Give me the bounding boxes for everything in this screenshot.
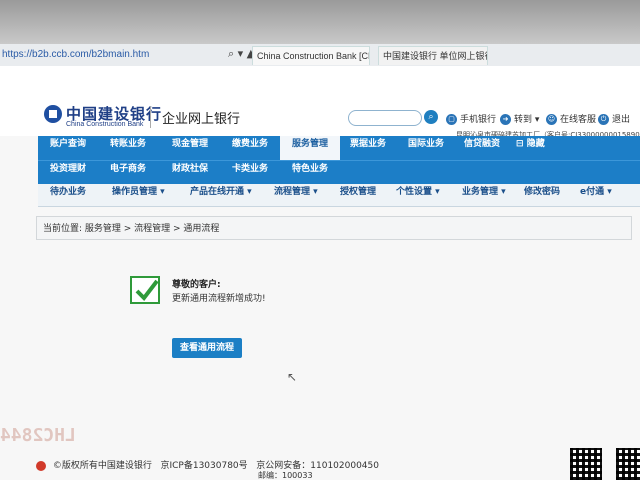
footer: ©版权所有中国建设银行 京ICP备13030780号 京公网安备：1101020… bbox=[36, 458, 640, 480]
logo-divider bbox=[150, 106, 151, 128]
subnav-item[interactable]: 产品在线开通 ▾ bbox=[190, 184, 252, 206]
police-badge-icon bbox=[36, 460, 46, 471]
arrow-icon: ➜ bbox=[500, 114, 511, 125]
qr-code-icon bbox=[616, 448, 640, 480]
monitor-bezel bbox=[0, 0, 640, 44]
tool-online-service[interactable]: ☺ 在线客服 bbox=[546, 112, 596, 125]
main-nav-row2: 投资理财 电子商务 财政社保 卡类业务 特色业务 bbox=[38, 160, 640, 185]
power-icon: ⏻ bbox=[598, 114, 609, 125]
site-subtitle: 企业网上银行 bbox=[162, 112, 241, 127]
nav-item[interactable]: 缴费业务 bbox=[232, 136, 268, 160]
tab-active[interactable]: China Construction Bank [CN] bbox=[252, 46, 370, 65]
tool-label: 转到 bbox=[514, 115, 533, 125]
subnav-item[interactable]: 流程管理 ▾ bbox=[274, 184, 318, 206]
view-general-process-button[interactable]: 查看通用流程 bbox=[172, 338, 242, 358]
subnav-item[interactable]: 个性设置 ▾ bbox=[396, 184, 440, 206]
logo-en: China Construction Bank bbox=[66, 121, 144, 128]
subnav-item-label: e付通 bbox=[580, 187, 605, 197]
footer-postcode: 邮编：100033 bbox=[258, 471, 313, 480]
nav-item[interactable]: 财政社保 bbox=[172, 161, 208, 185]
reflection-stamp: LHC2844 bbox=[0, 425, 76, 446]
mouse-cursor-icon: ↖ bbox=[287, 370, 298, 384]
tool-label: 退出 bbox=[612, 115, 631, 125]
tool-mobile-bank[interactable]: ▢ 手机银行 bbox=[446, 112, 496, 125]
nav-item[interactable]: 信贷融资 bbox=[464, 136, 500, 160]
nav-hide-label: 隐藏 bbox=[526, 139, 545, 149]
tool-label: 手机银行 bbox=[460, 115, 497, 125]
phone-icon: ▢ bbox=[446, 114, 457, 125]
tool-logout[interactable]: ⏻ 退出 bbox=[598, 112, 630, 125]
nav-item[interactable]: 卡类业务 bbox=[232, 161, 268, 185]
footer-copyright: ©版权所有中国建设银行 bbox=[52, 461, 152, 471]
main-nav-row1: 账户查询 转账业务 现金管理 缴费业务 服务管理 票据业务 国际业务 信贷融资 … bbox=[38, 136, 640, 160]
success-check-icon bbox=[130, 276, 160, 304]
nav-item[interactable]: 现金管理 bbox=[172, 136, 208, 160]
nav-item-hide[interactable]: ⊟ 隐藏 bbox=[516, 136, 545, 160]
subnav-item-label: 流程管理 bbox=[274, 187, 311, 197]
tab-other[interactable]: 中国建设银行 单位网上银行× bbox=[378, 46, 488, 65]
tab-active-label: China Construction Bank [CN] bbox=[257, 51, 370, 61]
sub-nav: 待办业务 操作员管理 ▾ 产品在线开通 ▾ 流程管理 ▾ 授权管理 个性设置 ▾… bbox=[38, 184, 640, 207]
subnav-item-label: 产品在线开通 bbox=[190, 187, 245, 197]
subnav-item[interactable]: 业务管理 ▾ bbox=[462, 184, 506, 206]
tool-label: 在线客服 bbox=[560, 115, 597, 125]
breadcrumb: 当前位置: 服务管理 > 流程管理 > 通用流程 bbox=[36, 216, 632, 240]
subnav-item[interactable]: 授权管理 bbox=[340, 184, 376, 206]
tab-other-label: 中国建设银行 单位网上银行 bbox=[383, 51, 488, 61]
url-field[interactable]: https://b2b.ccb.com/b2bmain.htm bbox=[2, 47, 222, 63]
subnav-item[interactable]: 待办业务 bbox=[50, 184, 86, 206]
message-body: 更新通用流程新增成功! bbox=[172, 294, 266, 304]
main-nav: 账户查询 转账业务 现金管理 缴费业务 服务管理 票据业务 国际业务 信贷融资 … bbox=[38, 136, 640, 184]
message-title: 尊敬的客户: bbox=[172, 280, 221, 290]
nav-item[interactable]: 转账业务 bbox=[110, 136, 146, 160]
qr-code-icon bbox=[570, 448, 602, 480]
tool-goto[interactable]: ➜ 转到 ▾ bbox=[500, 112, 539, 125]
content-area bbox=[36, 214, 640, 454]
nav-item-active[interactable]: 服务管理 bbox=[280, 136, 341, 160]
nav-item[interactable]: 特色业务 bbox=[292, 161, 328, 185]
nav-item[interactable]: 投资理财 bbox=[50, 161, 86, 185]
headset-icon: ☺ bbox=[546, 114, 557, 125]
subnav-item[interactable]: e付通 ▾ bbox=[580, 184, 612, 206]
nav-item[interactable]: 票据业务 bbox=[350, 136, 386, 160]
nav-item[interactable]: 电子商务 bbox=[110, 161, 146, 185]
subnav-item-label: 业务管理 bbox=[462, 187, 499, 197]
search-button[interactable]: ⌕ bbox=[424, 110, 438, 124]
nav-item[interactable]: 账户查询 bbox=[50, 136, 86, 160]
subnav-item[interactable]: 操作员管理 ▾ bbox=[112, 184, 165, 206]
subnav-item-label: 个性设置 bbox=[396, 187, 433, 197]
subnav-item-label: 操作员管理 bbox=[112, 187, 158, 197]
nav-item[interactable]: 国际业务 bbox=[408, 136, 444, 160]
footer-icp[interactable]: 京ICP备13030780号 bbox=[160, 461, 247, 471]
ccb-logo-icon bbox=[44, 105, 62, 123]
subnav-item[interactable]: 修改密码 bbox=[524, 184, 560, 206]
address-bar: https://b2b.ccb.com/b2bmain.htm ⌕ ▾ ▲ Ch… bbox=[0, 44, 640, 67]
search-input[interactable] bbox=[348, 110, 422, 126]
screen: https://b2b.ccb.com/b2bmain.htm ⌕ ▾ ▲ Ch… bbox=[0, 0, 640, 480]
